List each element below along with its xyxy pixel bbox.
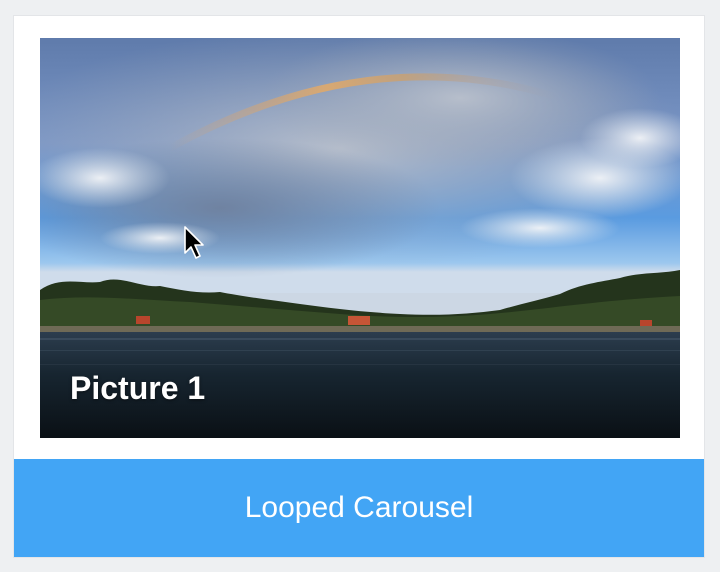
slide-caption: Picture 1 — [70, 370, 206, 406]
carousel-slide[interactable]: Picture 1 — [40, 38, 680, 438]
footer-bar: Looped Carousel — [14, 459, 704, 557]
carousel[interactable]: Picture 1 — [40, 38, 680, 438]
footer-title: Looped Carousel — [244, 491, 474, 524]
